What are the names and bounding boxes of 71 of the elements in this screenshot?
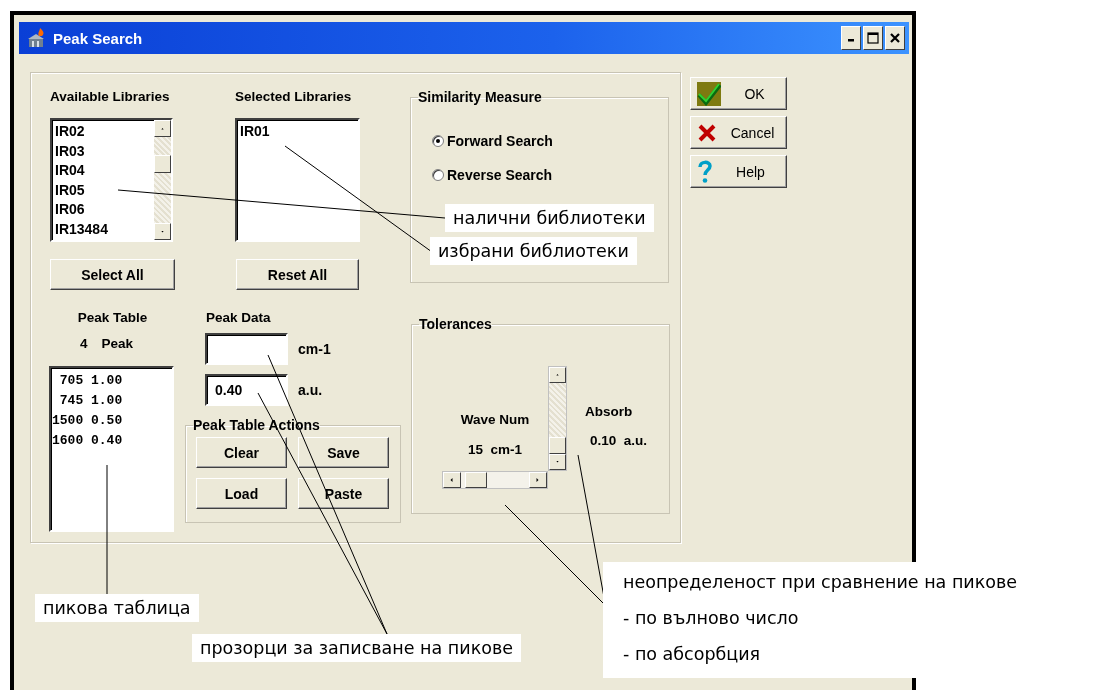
scrollbar[interactable] xyxy=(549,367,566,470)
peak-list[interactable]: 705 1.00 745 1.00 1500 0.50 1600 0.40 xyxy=(49,366,174,532)
check-icon xyxy=(697,81,721,106)
tolerance-label: Absorb xyxy=(585,404,634,421)
arrow-left-icon xyxy=(450,476,454,484)
list-label: Selected Libraries xyxy=(235,89,353,106)
arrow-right-icon xyxy=(536,476,540,484)
scroll-right-button[interactable] xyxy=(529,472,547,488)
list-item[interactable]: IR06 xyxy=(55,200,154,220)
annotation-text: неопределеност при сравнение на пикове xyxy=(623,571,1019,594)
scroll-up-button[interactable] xyxy=(154,120,171,137)
table-label: Peak Table xyxy=(77,310,148,327)
input-field[interactable] xyxy=(205,333,288,365)
cancel-button[interactable]: Cancel xyxy=(690,116,787,149)
scroll-thumb[interactable] xyxy=(549,437,566,454)
action-button[interactable]: Save xyxy=(298,437,389,468)
annotation-label: прозорци за записване на пикове xyxy=(192,634,521,662)
scrollbar[interactable] xyxy=(154,120,171,240)
cross-icon xyxy=(697,122,717,143)
select-all-button[interactable]: Select All xyxy=(50,259,175,290)
list-item[interactable]: IR01 xyxy=(240,122,358,142)
radio-label[interactable]: Reverse Search xyxy=(447,167,553,183)
tolerance-label: Wave Num xyxy=(460,412,530,429)
list-item[interactable]: IR03 xyxy=(55,141,154,161)
scroll-thumb[interactable] xyxy=(465,472,487,488)
annotation-text: - по вълново число xyxy=(623,607,800,630)
maximize-button[interactable] xyxy=(863,26,883,50)
list-item[interactable]: IR05 xyxy=(55,180,154,200)
group-label: Tolerances xyxy=(419,316,492,332)
library-list[interactable]: IR01 xyxy=(235,118,360,242)
tolerance-value: 15 cm-1 xyxy=(467,442,522,459)
section-label: Peak Data xyxy=(206,310,272,327)
list-label: Available Libraries xyxy=(50,89,171,106)
scroll-left-button[interactable] xyxy=(443,472,461,488)
radio-button[interactable] xyxy=(432,169,444,181)
scroll-up-button[interactable] xyxy=(549,367,566,384)
peak-unit: Peak xyxy=(101,336,133,353)
annotation-text: - по абсорбция xyxy=(623,643,762,666)
close-button[interactable] xyxy=(885,26,905,50)
peak-count: 4 xyxy=(79,336,88,353)
radio-button[interactable] xyxy=(432,135,444,147)
annotation-label: пикова таблица xyxy=(35,594,199,622)
close-icon xyxy=(890,33,900,43)
tolerance-value: 0.10 a.u. xyxy=(590,433,648,450)
minimize-button[interactable] xyxy=(841,26,861,50)
list-item[interactable]: IR04 xyxy=(55,161,154,181)
peak-row[interactable]: 705 1.00 xyxy=(52,371,172,391)
peak-row[interactable]: 1500 0.50 xyxy=(52,411,172,431)
library-list[interactable]: IR02 IR03 IR04 IR05 IR06 IR13484 xyxy=(50,118,173,242)
help-button[interactable]: Help xyxy=(690,155,787,188)
annotation-label: избрани библиотеки xyxy=(430,237,637,265)
maximize-icon xyxy=(867,32,879,44)
list-item[interactable]: IR13484 xyxy=(55,219,154,239)
peak-row[interactable]: 1600 0.40 xyxy=(52,431,172,451)
scroll-thumb[interactable] xyxy=(154,155,171,173)
list-item[interactable]: IR02 xyxy=(55,122,154,142)
reset-all-button[interactable]: Reset All xyxy=(236,259,359,290)
group-label: Similarity Measure xyxy=(418,89,542,105)
action-button[interactable]: Load xyxy=(196,478,287,509)
peak-row[interactable]: 745 1.00 xyxy=(52,391,172,411)
unit-label: cm-1 xyxy=(298,341,331,357)
question-mark-icon xyxy=(697,159,713,184)
radio-label[interactable]: Forward Search xyxy=(447,133,553,149)
ok-button[interactable]: OK xyxy=(690,77,787,110)
unit-label: a.u. xyxy=(298,382,323,398)
annotation-label: налични библиотеки xyxy=(445,204,654,232)
input-field[interactable]: 0.40 xyxy=(205,374,288,406)
window-title: Peak Search xyxy=(53,29,144,47)
scroll-down-button[interactable] xyxy=(154,223,171,240)
scrollbar[interactable] xyxy=(442,471,548,489)
action-button[interactable]: Clear xyxy=(196,437,287,468)
